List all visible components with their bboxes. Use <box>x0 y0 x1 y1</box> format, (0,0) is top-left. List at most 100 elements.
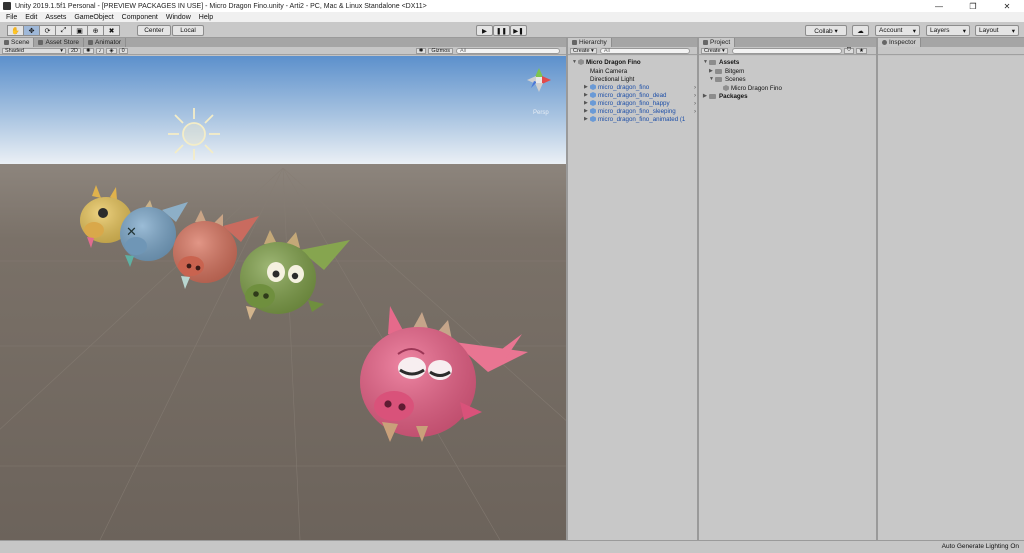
gizmos-dropdown[interactable]: Gizmos <box>428 47 453 54</box>
expand-arrow-icon[interactable]: ▶ <box>584 84 590 90</box>
tab-project-label: Project <box>710 39 731 46</box>
hand-tool-icon[interactable]: ✋ <box>7 25 24 36</box>
hierarchy-item-dragon-fino-sleeping[interactable]: ▶ micro_dragon_fino_sleeping › <box>584 107 696 115</box>
step-button[interactable]: ▶❚ <box>510 25 527 36</box>
folder-icon <box>709 59 716 65</box>
scene-search-input[interactable]: All <box>456 47 560 54</box>
animator-tab-icon <box>88 40 94 45</box>
directional-light-gizmo <box>168 108 220 160</box>
rect-tool-icon[interactable]: ▣ <box>71 25 88 36</box>
play-button[interactable]: ▶ <box>476 25 493 36</box>
hierarchy-item-dragon-fino[interactable]: ▶ micro_dragon_fino › <box>584 83 696 91</box>
menu-assets[interactable]: Assets <box>45 14 66 21</box>
window-title-bar: Unity 2019.1.5f1 Personal - [PREVIEW PAC… <box>0 0 1024 12</box>
create-label: Create <box>573 47 590 54</box>
audio-toggle-icon[interactable]: ♪ <box>95 47 105 54</box>
tab-animator-label: Animator <box>95 39 122 46</box>
chevron-down-icon: ▾ <box>722 47 725 54</box>
project-tabs: Project <box>699 38 876 47</box>
scale-tool-icon[interactable]: ⤢ <box>55 25 72 36</box>
menu-file[interactable]: File <box>6 14 17 21</box>
expand-arrow-icon[interactable]: ▶ <box>584 116 590 122</box>
asset-store-tab-icon <box>38 40 44 45</box>
hierarchy-search-input[interactable]: All <box>599 47 690 54</box>
tab-scene[interactable]: Scene <box>0 38 35 47</box>
pause-button[interactable]: ❚❚ <box>493 25 510 36</box>
tab-hierarchy[interactable]: Hierarchy <box>568 38 612 47</box>
project-item-label: Scenes <box>725 75 746 83</box>
maximize-button[interactable]: ❐ <box>956 0 990 12</box>
chevron-down-icon: ▾ <box>591 47 594 54</box>
unity-scene-icon <box>723 85 729 91</box>
tab-asset-store[interactable]: Asset Store <box>34 38 85 47</box>
menu-help[interactable]: Help <box>199 14 213 21</box>
minimize-button[interactable]: — <box>922 0 956 12</box>
effects-dropdown-icon[interactable]: ◈ <box>106 47 117 54</box>
chevron-right-icon[interactable]: › <box>694 100 696 107</box>
pivot-label: Center <box>144 27 164 34</box>
tab-animator[interactable]: Animator <box>84 38 127 47</box>
project-item-scene-file[interactable]: Micro Dragon Fino <box>723 84 782 92</box>
folder-icon <box>715 76 722 82</box>
cloud-icon[interactable]: ☁ <box>852 25 869 36</box>
prefab-cube-icon <box>590 92 596 98</box>
filter-icon[interactable]: ⛉ <box>843 47 854 54</box>
chevron-right-icon[interactable]: › <box>694 92 696 99</box>
hierarchy-tabs: Hierarchy <box>568 38 697 47</box>
close-button[interactable]: ✕ <box>990 0 1024 12</box>
menu-window[interactable]: Window <box>166 14 191 21</box>
space-local-button[interactable]: Local <box>172 25 204 36</box>
project-panel: ▼ Assets ▶ Bitgem ▼ Scenes Micro Dragon … <box>699 56 876 540</box>
expand-arrow-icon[interactable]: ▶ <box>584 100 590 106</box>
chevron-right-icon[interactable]: › <box>694 84 696 91</box>
project-item-assets[interactable]: ▼ Assets <box>703 58 739 66</box>
project-tab-icon <box>703 40 708 45</box>
hierarchy-item-label: micro_dragon_fino_dead <box>598 91 667 99</box>
chevron-right-icon[interactable]: › <box>694 108 696 115</box>
project-search-input[interactable] <box>731 47 842 54</box>
scene-tools-icon[interactable]: ✱ <box>415 47 427 54</box>
layout-dropdown[interactable]: Layout ▾ <box>975 25 1019 36</box>
hidden-objects-count[interactable]: 0 <box>118 47 128 54</box>
project-item-packages[interactable]: ▶ Packages <box>703 92 748 100</box>
hierarchy-item-dragon-fino-dead[interactable]: ▶ micro_dragon_fino_dead › <box>584 91 696 99</box>
hierarchy-item-directional-light[interactable]: Directional Light <box>590 75 634 83</box>
scene-root-label: Micro Dragon Fino <box>586 58 641 66</box>
hierarchy-create-button[interactable]: Create ▾ <box>570 47 597 54</box>
rotate-tool-icon[interactable]: ⟳ <box>39 25 56 36</box>
favorite-icon[interactable]: ★ <box>855 47 867 54</box>
2d-toggle[interactable]: 2D <box>68 47 82 54</box>
layout-label: Layout <box>979 27 999 34</box>
hierarchy-item-dragon-fino-animated[interactable]: ▶ micro_dragon_fino_animated (1 <box>584 115 696 123</box>
hierarchy-item-dragon-fino-happy[interactable]: ▶ micro_dragon_fino_happy › <box>584 99 696 107</box>
tab-project[interactable]: Project <box>699 38 736 47</box>
project-item-bitgem[interactable]: ▶ Bitgem <box>709 67 744 75</box>
tab-hierarchy-label: Hierarchy <box>579 39 607 46</box>
scene-render: Persp ✕ <box>0 56 566 540</box>
collab-dropdown[interactable]: Collab ▾ <box>805 25 847 36</box>
window-title: Unity 2019.1.5f1 Personal - [PREVIEW PAC… <box>15 2 427 10</box>
shading-mode-dropdown[interactable]: Shaded ▾ <box>2 47 66 54</box>
menu-edit[interactable]: Edit <box>25 14 37 21</box>
menu-component[interactable]: Component <box>122 14 158 21</box>
menu-gameobject[interactable]: GameObject <box>74 14 113 21</box>
transform-tool-icon[interactable]: ⊕ <box>87 25 104 36</box>
expand-arrow-icon[interactable]: ▶ <box>584 108 590 114</box>
project-create-button[interactable]: Create ▾ <box>701 47 728 54</box>
expand-arrow-icon[interactable]: ▶ <box>584 92 590 98</box>
project-item-scenes[interactable]: ▼ Scenes <box>709 75 746 83</box>
scene-right-tools: ✱ Gizmos All <box>414 47 566 54</box>
account-dropdown[interactable]: Account ▾ <box>875 25 920 36</box>
expand-arrow-icon[interactable]: ▼ <box>572 59 578 65</box>
move-tool-icon[interactable]: ✥ <box>23 25 40 36</box>
hierarchy-item-main-camera[interactable]: Main Camera <box>590 67 627 75</box>
hierarchy-scene-root[interactable]: ▼ Micro Dragon Fino <box>572 58 641 66</box>
custom-tool-icon[interactable]: ✖ <box>103 25 120 36</box>
prefab-cube-icon <box>590 116 596 122</box>
pivot-center-button[interactable]: Center <box>137 25 171 36</box>
scene-viewport[interactable]: Persp ✕ <box>0 56 566 540</box>
layers-dropdown[interactable]: Layers ▾ <box>926 25 970 36</box>
lighting-toggle-icon[interactable]: ✺ <box>83 47 94 54</box>
tab-inspector[interactable]: Inspector <box>878 38 921 47</box>
folder-icon <box>709 93 716 99</box>
